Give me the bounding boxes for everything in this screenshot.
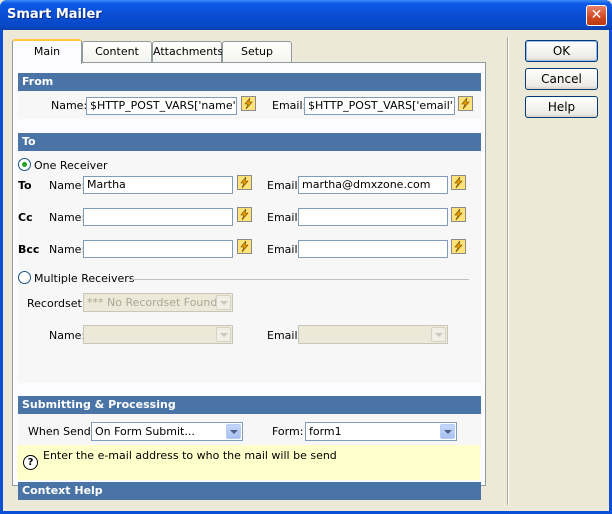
from-email-field[interactable]: $HTTP_POST_VARS['email'] (304, 97, 455, 115)
cc-email-label: Email: (267, 211, 302, 224)
multi-email-select[interactable] (298, 325, 448, 344)
lightning-icon (452, 208, 465, 221)
to-name-label: Name: (49, 179, 86, 192)
section-header-submitting: Submitting & Processing (18, 396, 481, 414)
lightning-icon (242, 97, 255, 110)
when-send-label: When Send: (28, 425, 95, 438)
multi-name-label: Name: (49, 329, 86, 342)
cc-name-label: Name: (49, 211, 86, 224)
ok-button[interactable]: OK (525, 40, 598, 62)
one-receiver-label: One Receiver (34, 159, 108, 172)
lightning-icon (238, 208, 251, 221)
bcc-row-label: Bcc (18, 243, 40, 256)
vertical-separator (507, 37, 509, 505)
window-title: Smart Mailer (7, 7, 102, 22)
cc-name-field[interactable] (83, 208, 233, 226)
dialog-window: Smart Mailer ✕ Main Content Attachments … (0, 0, 612, 514)
tab-label: Main (33, 45, 61, 58)
dialog-client-area: Main Content Attachments Setup From Name… (3, 30, 609, 511)
multi-name-select[interactable] (83, 325, 233, 344)
recordset-value: *** No Recordset Found (87, 296, 218, 309)
from-name-field[interactable]: $HTTP_POST_VARS['name'] (86, 97, 237, 115)
close-button[interactable]: ✕ (586, 5, 607, 26)
chevron-down-icon (216, 295, 231, 310)
bcc-name-field[interactable] (83, 240, 233, 258)
tab-main[interactable]: Main (12, 39, 82, 64)
bcc-email-label: Email: (267, 243, 302, 256)
chevron-down-icon (440, 424, 455, 439)
bcc-name-bind-button[interactable] (237, 239, 252, 254)
tab-setup[interactable]: Setup (222, 41, 292, 62)
from-name-label: Name: (51, 99, 88, 112)
lightning-icon (452, 176, 465, 189)
multi-email-label: Email: (267, 329, 302, 342)
chevron-down-icon (216, 327, 231, 342)
to-name-bind-button[interactable] (237, 175, 252, 190)
tab-label: Attachments (153, 45, 224, 58)
section-header-context-help: Context Help (18, 482, 481, 500)
from-email-label: Email: (272, 99, 307, 112)
bcc-email-bind-button[interactable] (451, 239, 466, 254)
cancel-button[interactable]: Cancel (525, 68, 598, 90)
form-value: form1 (309, 425, 342, 438)
from-name-bind-button[interactable] (241, 96, 256, 111)
title-bar[interactable]: Smart Mailer ✕ (0, 0, 612, 30)
section-header-to: To (18, 133, 481, 151)
to-email-bind-button[interactable] (451, 175, 466, 190)
help-icon: ? (23, 455, 38, 470)
cc-email-field[interactable] (298, 208, 448, 226)
form-select[interactable]: form1 (305, 422, 457, 441)
cc-row-label: Cc (18, 211, 33, 224)
from-section: Name: $HTTP_POST_VARS['name'] Email: $HT… (18, 91, 481, 119)
tab-attachments[interactable]: Attachments (152, 41, 224, 62)
bcc-name-label: Name: (49, 243, 86, 256)
cc-email-bind-button[interactable] (451, 207, 466, 222)
form-label: Form: (272, 425, 304, 438)
recordset-label: Recordset: (27, 297, 86, 310)
tab-label: Setup (240, 45, 274, 58)
context-help-panel: ? Enter the e-mail address to who the ma… (17, 445, 480, 480)
to-email-field[interactable]: martha@dmxzone.com (298, 176, 448, 194)
from-email-bind-button[interactable] (458, 96, 473, 111)
one-receiver-radio[interactable] (18, 158, 31, 171)
multiple-receivers-radio[interactable] (18, 271, 31, 284)
chevron-down-icon (226, 424, 241, 439)
to-email-label: Email: (267, 179, 302, 192)
chevron-down-icon (431, 327, 446, 342)
tab-content[interactable]: Content (82, 41, 152, 62)
when-send-select[interactable]: On Form Submit... (91, 422, 243, 441)
lightning-icon (459, 97, 472, 110)
tab-panel-main: From Name: $HTTP_POST_VARS['name'] Email… (12, 62, 486, 500)
lightning-icon (452, 240, 465, 253)
to-section: One Receiver To Name: Martha Email: mart… (18, 151, 481, 383)
tab-label: Content (95, 45, 139, 58)
cc-name-bind-button[interactable] (237, 207, 252, 222)
lightning-icon (238, 240, 251, 253)
when-send-value: On Form Submit... (95, 425, 195, 438)
context-help-text: Enter the e-mail address to who the mail… (43, 449, 337, 462)
to-name-field[interactable]: Martha (83, 176, 233, 194)
section-header-from: From (18, 73, 481, 91)
close-icon: ✕ (590, 7, 603, 23)
to-row-label: To (18, 179, 32, 192)
bcc-email-field[interactable] (298, 240, 448, 258)
help-button[interactable]: Help (525, 96, 598, 118)
recordset-select[interactable]: *** No Recordset Found (83, 293, 233, 312)
divider (130, 279, 469, 280)
lightning-icon (238, 176, 251, 189)
multiple-receivers-label: Multiple Receivers (34, 272, 135, 285)
